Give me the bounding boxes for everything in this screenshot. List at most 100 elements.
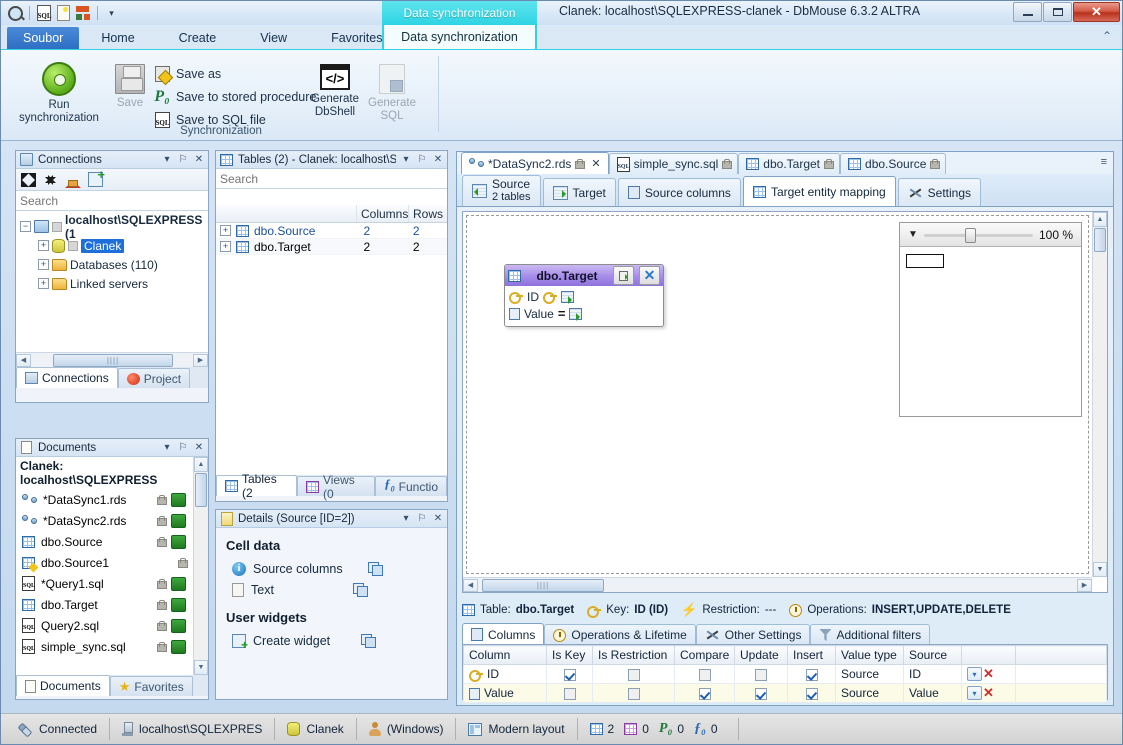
document-tab-dbo-source[interactable]: dbo.Source: [840, 153, 947, 174]
grid-tab-other-settings[interactable]: Other Settings: [695, 624, 811, 645]
blocks-icon[interactable]: [75, 5, 92, 22]
close-icon[interactable]: ✕: [591, 157, 600, 170]
sync-icon[interactable]: [171, 576, 186, 591]
close-icon[interactable]: ✕: [193, 442, 205, 453]
search-input[interactable]: [20, 193, 204, 208]
grid-tab-additional-filters[interactable]: Additional filters: [810, 624, 931, 645]
sql-icon[interactable]: SQL: [35, 5, 52, 22]
checkbox-is-key[interactable]: [563, 668, 576, 681]
new-document-icon[interactable]: [55, 5, 72, 22]
column-header-compare[interactable]: Compare: [674, 645, 735, 665]
scroll-right-arrow[interactable]: ▶: [1077, 578, 1092, 592]
table-row[interactable]: + dbo.Source 2 2: [216, 223, 447, 239]
document-tab-datasync2[interactable]: *DataSync2.rds ✕: [461, 152, 609, 174]
cell-insert[interactable]: [787, 664, 836, 684]
chevron-down-icon[interactable]: ▾: [400, 513, 412, 524]
generate-sql-button[interactable]: Generate SQL: [356, 64, 428, 123]
sub-tab-settings[interactable]: Settings: [897, 178, 982, 206]
zoom-slider[interactable]: [923, 227, 1033, 243]
cell-compare[interactable]: [674, 683, 735, 703]
cell-is-key[interactable]: [546, 683, 593, 703]
scroll-thumb[interactable]: ||||: [482, 578, 604, 592]
scroll-up-arrow[interactable]: ▲: [1093, 212, 1107, 227]
dock-tab-connections[interactable]: Connections: [16, 367, 118, 388]
checkbox-update[interactable]: [755, 668, 767, 681]
cell-update[interactable]: [734, 664, 788, 684]
scroll-down-arrow[interactable]: ▼: [194, 660, 208, 675]
entity-dbo-target[interactable]: dbo.Target ✕ ID Value =: [504, 264, 664, 327]
row-dropdown-button[interactable]: ▾: [967, 667, 982, 681]
row-dropdown-button[interactable]: ▾: [967, 686, 982, 700]
save-as-button[interactable]: Save as: [153, 63, 225, 85]
checkbox-insert[interactable]: [805, 687, 818, 700]
column-header-is-key[interactable]: Is Key: [546, 645, 593, 665]
maximize-button[interactable]: [1043, 2, 1072, 22]
save-button[interactable]: Save: [106, 64, 154, 110]
list-item[interactable]: dbo.Target: [22, 594, 208, 615]
list-item[interactable]: dbo.Source: [22, 531, 208, 552]
add-connection-icon[interactable]: +: [88, 168, 105, 187]
search-input[interactable]: [220, 171, 443, 186]
row-delete-button[interactable]: ✕: [983, 666, 994, 681]
document-tab-simple-sync[interactable]: SQL simple_sync.sql: [608, 153, 739, 174]
sync-icon[interactable]: [171, 534, 186, 549]
column-header-value-type[interactable]: Value type: [835, 645, 904, 665]
sync-icon[interactable]: [171, 492, 186, 507]
minimap-body[interactable]: [900, 248, 1081, 416]
tree-node-databases[interactable]: + Databases (110): [20, 255, 208, 274]
entity-field-value[interactable]: Value =: [509, 305, 659, 322]
tab-overflow-icon[interactable]: ≡: [1101, 156, 1107, 168]
overflow-chevron-icon[interactable]: ▾: [103, 5, 120, 22]
close-button[interactable]: ✕: [1073, 2, 1120, 22]
pin-icon[interactable]: ⚐: [177, 442, 189, 453]
run-synchronization-button[interactable]: Run synchronization: [11, 62, 107, 125]
scroll-thumb[interactable]: ||||: [53, 353, 173, 367]
horizontal-scrollbar[interactable]: ◀ |||| ▶: [16, 352, 208, 367]
grid-tab-operations-lifetime[interactable]: Operations & Lifetime: [544, 624, 696, 645]
documents-scrollbar[interactable]: ▲ ▼: [193, 457, 208, 675]
copy-icon[interactable]: [352, 583, 368, 597]
connections-search[interactable]: [16, 191, 208, 211]
diagram-canvas[interactable]: dbo.Target ✕ ID Value = ▼ 100 %: [466, 215, 1089, 574]
minimap-viewport-rect[interactable]: [906, 254, 944, 268]
entity-export-button[interactable]: [613, 266, 634, 285]
table-row[interactable]: ID Source ID ▾ ✕: [463, 664, 1107, 684]
close-icon[interactable]: ✕: [432, 154, 444, 165]
scroll-left-arrow[interactable]: ◀: [16, 353, 31, 367]
dock-tab-project[interactable]: Project: [117, 368, 191, 388]
column-header-column[interactable]: Column: [463, 645, 547, 665]
sync-icon[interactable]: [171, 639, 186, 654]
list-item[interactable]: *DataSync2.rds: [22, 510, 208, 531]
details-item-text[interactable]: Text: [232, 579, 437, 600]
cell-compare[interactable]: [674, 664, 735, 684]
table-row[interactable]: + dbo.Target 2 2: [216, 239, 447, 255]
checkbox-compare[interactable]: [698, 687, 711, 700]
row-delete-button[interactable]: ✕: [983, 685, 994, 700]
cell-value-type[interactable]: Source: [835, 664, 904, 684]
scroll-up-arrow[interactable]: ▲: [194, 457, 208, 472]
expand-all-icon[interactable]: [21, 172, 36, 187]
cell-is-restriction[interactable]: [592, 664, 675, 684]
grid-tab-columns[interactable]: Columns: [462, 623, 545, 645]
list-item[interactable]: dbo.Source1: [22, 552, 208, 573]
cell-is-key[interactable]: [546, 664, 593, 684]
column-header-insert[interactable]: Insert: [787, 645, 836, 665]
canvas-horizontal-scrollbar[interactable]: ◀ |||| ▶: [463, 577, 1092, 592]
tab-data-synchronization[interactable]: Data synchronization: [382, 25, 537, 49]
pin-icon[interactable]: ⚐: [416, 513, 428, 524]
scroll-left-arrow[interactable]: ◀: [463, 578, 478, 592]
close-icon[interactable]: ✕: [193, 154, 205, 165]
checkbox-compare[interactable]: [698, 668, 711, 681]
expander-icon[interactable]: +: [38, 278, 49, 289]
list-item[interactable]: SQL simple_sync.sql: [22, 636, 208, 657]
chevron-down-icon[interactable]: ▼: [908, 229, 918, 240]
tree-node-server[interactable]: − localhost\SQLEXPRESS (1: [20, 213, 208, 241]
sync-icon[interactable]: [171, 513, 186, 528]
dock-tab-views[interactable]: Views (0: [296, 473, 376, 501]
tree-node-linked-servers[interactable]: + Linked servers: [20, 274, 208, 293]
tab-create[interactable]: Create: [157, 26, 239, 49]
copy-icon[interactable]: [367, 562, 383, 576]
copy-icon[interactable]: [361, 634, 377, 648]
details-item-create-widget[interactable]: Create widget: [232, 630, 437, 652]
entity-header[interactable]: dbo.Target ✕: [505, 265, 663, 286]
